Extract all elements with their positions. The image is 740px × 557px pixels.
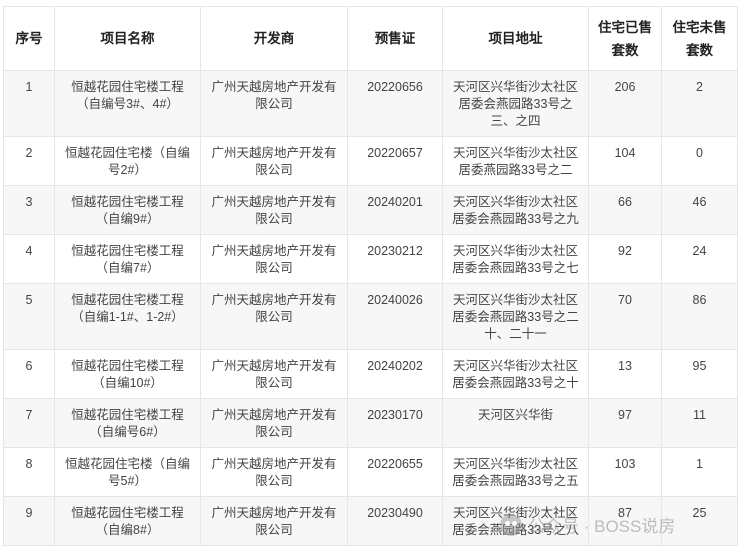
cell-index: 6 [3, 349, 55, 399]
cell-developer: 广州天越房地产开发有限公司 [200, 398, 348, 448]
cell-address: 天河区兴华街沙太社区居委会燕园路33号之九 [442, 185, 589, 235]
cell-unsold-units: 0 [661, 136, 738, 186]
cell-sold-units: 97 [588, 398, 662, 448]
cell-unsold-units: 46 [661, 185, 738, 235]
cell-project-name: 恒越花园住宅楼工程（自编号3#、4#） [54, 70, 201, 137]
cell-project-name: 恒越花园住宅楼工程（自编1-1#、1-2#） [54, 283, 201, 350]
watermark: 公众号 · BOSS说房 [500, 512, 675, 537]
table-row: 6 恒越花园住宅楼工程（自编10#） 广州天越房地产开发有限公司 2024020… [3, 349, 738, 399]
cell-developer: 广州天越房地产开发有限公司 [200, 234, 348, 284]
header-presale-permit: 预售证 [347, 6, 443, 71]
cell-project-name: 恒越花园住宅楼工程（自编10#） [54, 349, 201, 399]
cell-address: 天河区兴华街沙太社区居委会燕园路33号之五 [442, 447, 589, 497]
cell-unsold-units: 2 [661, 70, 738, 137]
cell-presale-permit: 20240026 [347, 283, 443, 350]
cell-index: 5 [3, 283, 55, 350]
presale-table: 序号 项目名称 开发商 预售证 项目地址 住宅已售套数 住宅未售套数 1 恒越花… [3, 6, 738, 546]
cell-address: 天河区兴华街沙太社区居委会燕园路33号之三、之四 [442, 70, 589, 137]
cell-presale-permit: 20230170 [347, 398, 443, 448]
header-developer: 开发商 [200, 6, 348, 71]
cell-project-name: 恒越花园住宅楼工程（自编7#） [54, 234, 201, 284]
cell-unsold-units: 24 [661, 234, 738, 284]
table-row: 2 恒越花园住宅楼（自编号2#） 广州天越房地产开发有限公司 20220657 … [3, 136, 738, 186]
table-row: 8 恒越花园住宅楼（自编号5#） 广州天越房地产开发有限公司 20220655 … [3, 447, 738, 497]
cell-index: 4 [3, 234, 55, 284]
table-row: 4 恒越花园住宅楼工程（自编7#） 广州天越房地产开发有限公司 20230212… [3, 234, 738, 284]
cell-address: 天河区兴华街沙太社区居委会燕园路33号之七 [442, 234, 589, 284]
cell-presale-permit: 20220657 [347, 136, 443, 186]
cell-developer: 广州天越房地产开发有限公司 [200, 185, 348, 235]
cell-index: 2 [3, 136, 55, 186]
cell-presale-permit: 20220656 [347, 70, 443, 137]
cell-index: 1 [3, 70, 55, 137]
cell-sold-units: 66 [588, 185, 662, 235]
cell-unsold-units: 95 [661, 349, 738, 399]
cell-developer: 广州天越房地产开发有限公司 [200, 447, 348, 497]
cell-index: 7 [3, 398, 55, 448]
cell-project-name: 恒越花园住宅楼工程（自编8#） [54, 496, 201, 546]
cell-address: 天河区兴华街沙太社区居委会燕园路33号之十 [442, 349, 589, 399]
header-sold-units: 住宅已售套数 [588, 6, 662, 71]
cell-presale-permit: 20230212 [347, 234, 443, 284]
table-row: 7 恒越花园住宅楼工程（自编号6#） 广州天越房地产开发有限公司 2023017… [3, 398, 738, 448]
cell-address: 天河区兴华街 [442, 398, 589, 448]
cell-developer: 广州天越房地产开发有限公司 [200, 349, 348, 399]
cell-unsold-units: 1 [661, 447, 738, 497]
header-project-name: 项目名称 [54, 6, 201, 71]
cell-developer: 广州天越房地产开发有限公司 [200, 70, 348, 137]
cell-developer: 广州天越房地产开发有限公司 [200, 496, 348, 546]
table-container: 序号 项目名称 开发商 预售证 项目地址 住宅已售套数 住宅未售套数 1 恒越花… [3, 6, 738, 546]
cell-presale-permit: 20220655 [347, 447, 443, 497]
table-row: 1 恒越花园住宅楼工程（自编号3#、4#） 广州天越房地产开发有限公司 2022… [3, 70, 738, 137]
table-row: 5 恒越花园住宅楼工程（自编1-1#、1-2#） 广州天越房地产开发有限公司 2… [3, 283, 738, 350]
cell-project-name: 恒越花园住宅楼工程（自编号6#） [54, 398, 201, 448]
cell-sold-units: 103 [588, 447, 662, 497]
header-index: 序号 [3, 6, 55, 71]
cell-index: 8 [3, 447, 55, 497]
header-unsold-units: 住宅未售套数 [661, 6, 738, 71]
cell-developer: 广州天越房地产开发有限公司 [200, 283, 348, 350]
cell-sold-units: 70 [588, 283, 662, 350]
cell-presale-permit: 20240201 [347, 185, 443, 235]
cell-address: 天河区兴华街沙太社区居委燕园路33号之二 [442, 136, 589, 186]
cell-project-name: 恒越花园住宅楼（自编号5#） [54, 447, 201, 497]
cell-project-name: 恒越花园住宅楼工程（自编9#） [54, 185, 201, 235]
cell-address: 天河区兴华街沙太社区居委会燕园路33号之二十、二十一 [442, 283, 589, 350]
table-row: 3 恒越花园住宅楼工程（自编9#） 广州天越房地产开发有限公司 20240201… [3, 185, 738, 235]
cell-index: 9 [3, 496, 55, 546]
cell-presale-permit: 20230490 [347, 496, 443, 546]
cell-project-name: 恒越花园住宅楼（自编号2#） [54, 136, 201, 186]
cell-sold-units: 206 [588, 70, 662, 137]
cell-presale-permit: 20240202 [347, 349, 443, 399]
cell-unsold-units: 11 [661, 398, 738, 448]
watermark-text: 公众号 · BOSS说房 [528, 517, 676, 536]
wechat-icon [500, 513, 522, 536]
cell-developer: 广州天越房地产开发有限公司 [200, 136, 348, 186]
cell-unsold-units: 86 [661, 283, 738, 350]
cell-sold-units: 13 [588, 349, 662, 399]
cell-sold-units: 104 [588, 136, 662, 186]
header-row: 序号 项目名称 开发商 预售证 项目地址 住宅已售套数 住宅未售套数 [3, 6, 738, 71]
cell-sold-units: 92 [588, 234, 662, 284]
cell-index: 3 [3, 185, 55, 235]
header-address: 项目地址 [442, 6, 589, 71]
